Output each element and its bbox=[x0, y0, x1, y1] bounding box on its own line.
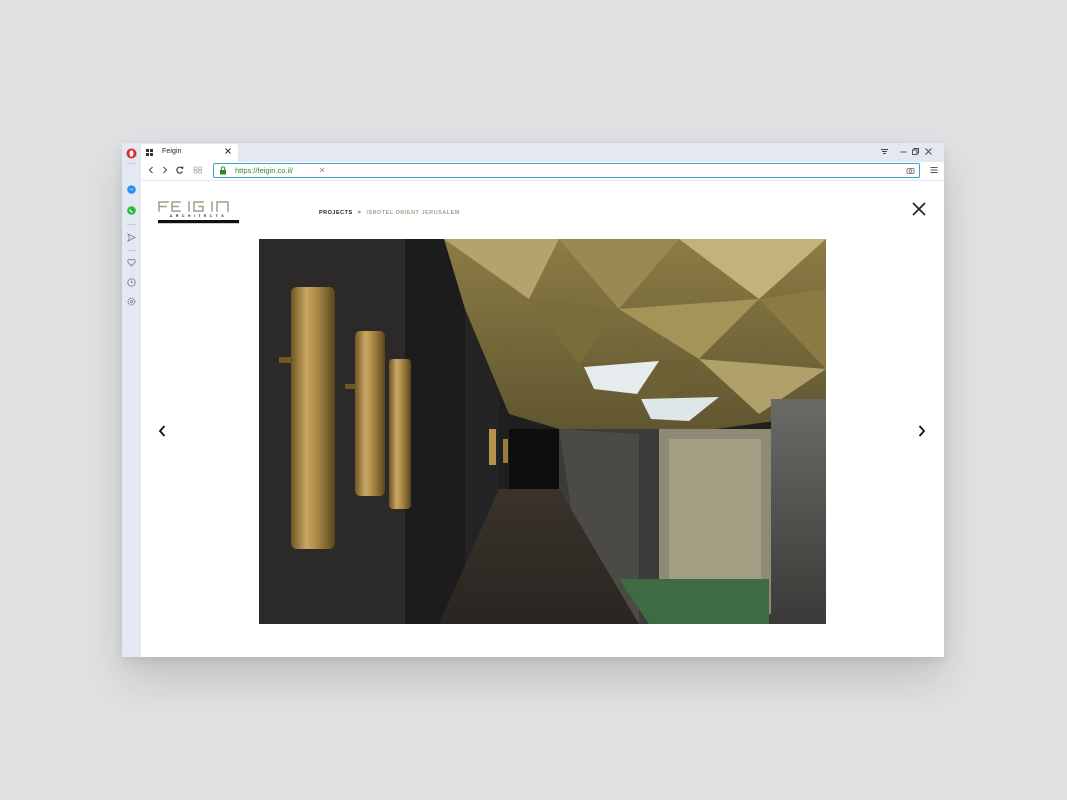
messenger-icon[interactable] bbox=[126, 184, 137, 195]
feigin-logo[interactable]: ARCHITECTS bbox=[158, 200, 239, 224]
tab-strip: Feigin bbox=[141, 143, 944, 162]
heart-icon[interactable] bbox=[126, 257, 137, 268]
browser-window: Feigin https://feigin.co.il/ ARCHITECTS … bbox=[122, 143, 944, 657]
back-icon[interactable] bbox=[146, 165, 156, 175]
breadcrumb: PROJECTS > ISROTEL ORIENT JERUSALEM bbox=[319, 210, 460, 216]
chevron-left-icon[interactable] bbox=[157, 424, 167, 438]
send-icon[interactable] bbox=[126, 232, 137, 243]
gallery-photo bbox=[259, 239, 826, 624]
reload-icon[interactable] bbox=[175, 165, 185, 175]
speed-dial-grid-icon[interactable] bbox=[193, 165, 203, 175]
history-clock-icon[interactable] bbox=[126, 277, 137, 288]
tab-menu-icon[interactable] bbox=[880, 147, 889, 156]
web-page: ARCHITECTS PROJECTS > ISROTEL ORIENT JERUS… bbox=[141, 181, 944, 657]
opera-logo-icon[interactable] bbox=[126, 148, 137, 159]
tab-title: Feigin bbox=[162, 148, 182, 155]
svg-text:ARCHITECTS: ARCHITECTS bbox=[170, 214, 227, 218]
address-bar[interactable]: https://feigin.co.il/ bbox=[213, 163, 920, 178]
forward-icon[interactable] bbox=[160, 165, 170, 175]
favicon-grid-icon bbox=[146, 149, 153, 156]
lock-icon bbox=[220, 166, 226, 175]
whatsapp-icon[interactable] bbox=[126, 205, 137, 216]
window-close-icon[interactable] bbox=[924, 147, 933, 156]
sidebar-divider bbox=[127, 224, 136, 225]
url-text[interactable]: https://feigin.co.il/ bbox=[235, 165, 293, 176]
breadcrumb-separator: > bbox=[357, 210, 362, 216]
easy-setup-menu-icon[interactable] bbox=[929, 165, 939, 175]
breadcrumb-projects-link[interactable]: PROJECTS bbox=[319, 210, 353, 216]
breadcrumb-current: ISROTEL ORIENT JERUSALEM bbox=[366, 210, 460, 216]
clear-url-icon[interactable] bbox=[318, 166, 326, 174]
minimize-icon[interactable] bbox=[899, 147, 908, 156]
address-toolbar: https://feigin.co.il/ bbox=[141, 162, 944, 181]
settings-gear-icon[interactable] bbox=[126, 296, 137, 307]
browser-sidebar bbox=[122, 143, 142, 657]
close-x-icon[interactable] bbox=[911, 201, 927, 217]
snapshot-camera-icon[interactable] bbox=[906, 166, 915, 175]
browser-tab[interactable]: Feigin bbox=[141, 144, 238, 162]
restore-icon[interactable] bbox=[911, 147, 920, 156]
sidebar-divider bbox=[127, 163, 136, 164]
chevron-right-icon[interactable] bbox=[917, 424, 927, 438]
sidebar-divider bbox=[127, 250, 136, 251]
tab-close-icon[interactable] bbox=[224, 147, 232, 155]
